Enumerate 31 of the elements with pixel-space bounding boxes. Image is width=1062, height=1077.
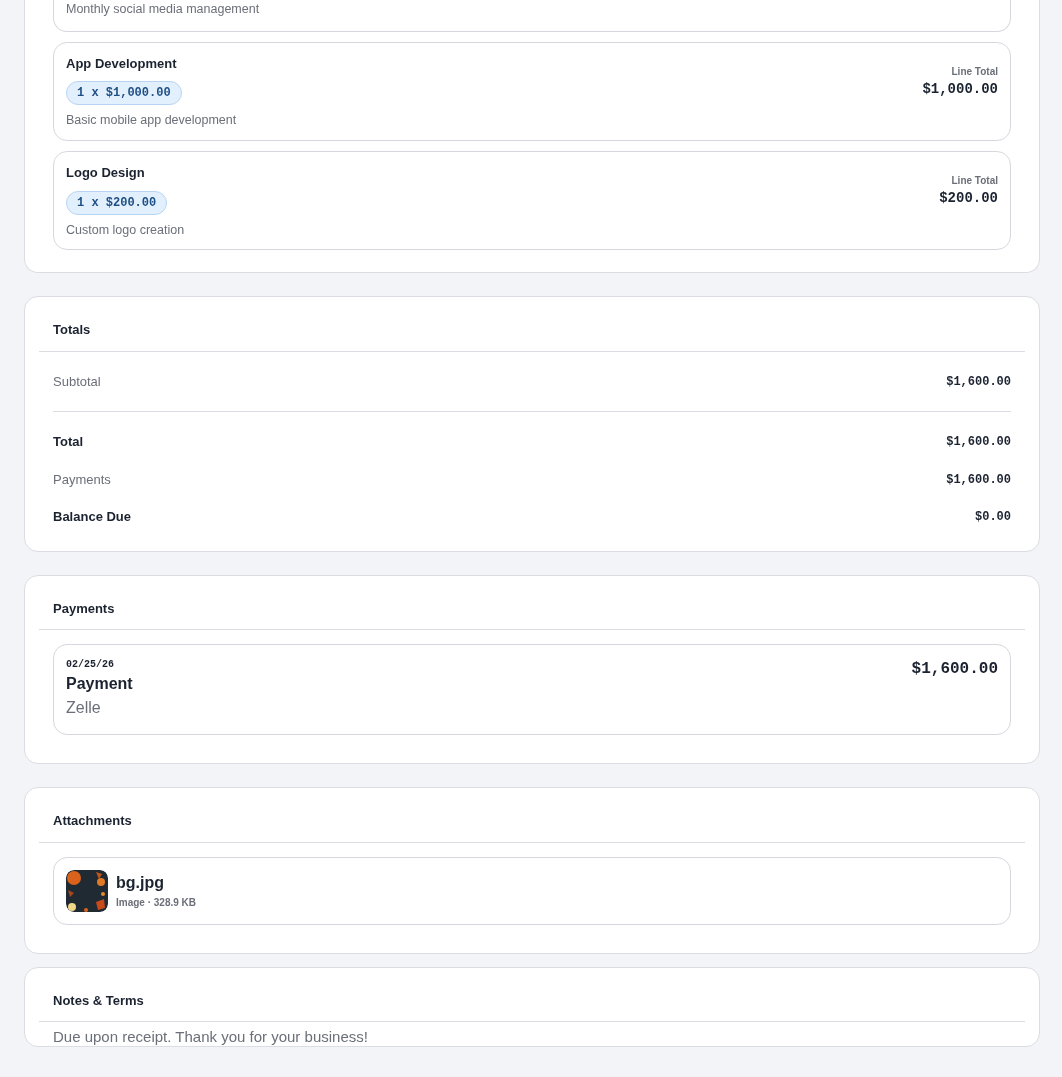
section-title: Attachments <box>39 788 1025 843</box>
item-name: App Development <box>66 54 178 73</box>
line-total: $1,000.00 <box>922 79 998 99</box>
notes-text: Due upon receipt. Thank you for your business! <box>53 1028 368 1046</box>
total-amount: $1,600.00 <box>946 373 1011 391</box>
total-amount: $1,600.00 <box>946 434 1011 451</box>
attachment-meta: Image · 328.9 KB <box>116 896 197 911</box>
attachment-name: bg.jpg <box>116 873 165 894</box>
total-amount: $1,600.00 <box>946 471 1011 489</box>
line-total-label: Line Total <box>950 174 998 188</box>
item-description: Basic mobile app development <box>66 112 237 130</box>
quantity-price-badge: 1 x $1,000.00 <box>66 81 182 106</box>
total-label: Total <box>53 433 84 452</box>
section-title: Totals <box>39 297 1025 352</box>
line-total: $200.00 <box>939 189 998 208</box>
quantity-price-badge: 1 x $200.00 <box>66 190 168 215</box>
payment-amount: $1,600.00 <box>911 659 998 681</box>
payment-date: 02/25/26 <box>66 658 115 673</box>
attachment-item[interactable]: bg.jpg Image · 328.9 KB <box>53 856 1011 925</box>
total-label: Balance Due <box>53 508 132 527</box>
payment-method: Zelle <box>66 698 102 719</box>
line-total-label: Line Total <box>950 64 998 79</box>
section-title: Payments <box>39 575 1025 631</box>
item-name: Logo Design <box>66 164 146 182</box>
total-amount: $0.00 <box>975 509 1011 526</box>
item-description: Custom logo creation <box>66 221 185 239</box>
total-label: Payments <box>53 470 111 489</box>
payment-title: Payment <box>66 674 133 695</box>
section-title: Notes & Terms <box>39 967 1025 1023</box>
total-label: Subtotal <box>53 372 101 391</box>
item-description: Monthly social media management <box>66 1 260 18</box>
